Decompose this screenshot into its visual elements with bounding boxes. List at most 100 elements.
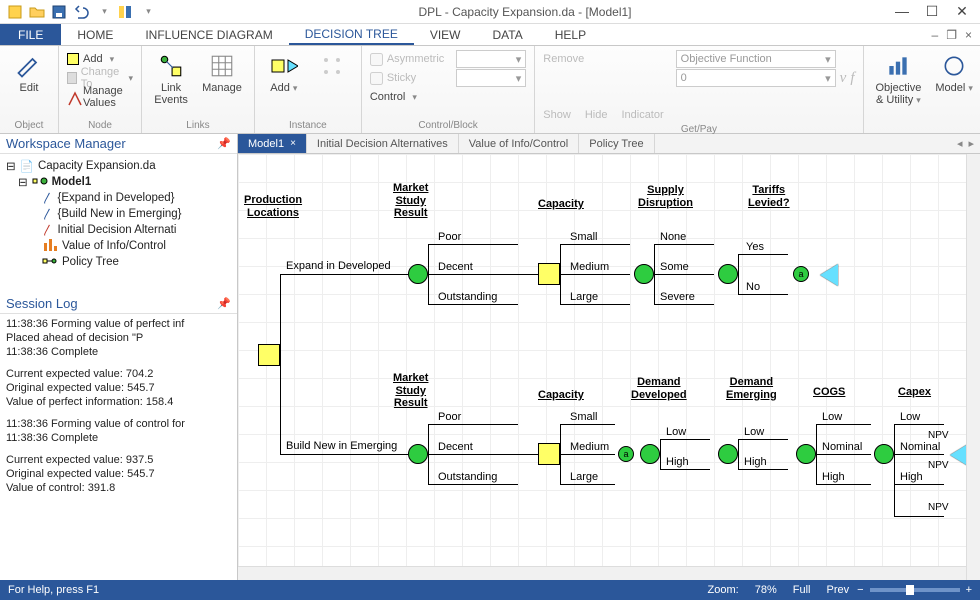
zoom-full[interactable]: Full <box>785 584 819 596</box>
objective-combo[interactable]: Objective Function▾ <box>676 50 836 68</box>
minimize-button[interactable]: — <box>888 3 916 20</box>
tab-decision-tree[interactable]: DECISION TREE <box>289 24 414 45</box>
save-icon[interactable] <box>50 3 68 21</box>
instance-icon <box>270 52 298 80</box>
show-btn: Show <box>543 109 571 121</box>
links-manage-button[interactable]: Manage <box>198 50 246 96</box>
mdi-close[interactable]: × <box>965 28 972 42</box>
pin-icon[interactable]: 📌 <box>217 137 231 150</box>
block-combo-2[interactable]: ▾ <box>456 69 526 87</box>
tab-next-icon[interactable]: ▸ <box>968 137 974 150</box>
group-instance: Add Instance <box>255 46 362 133</box>
node-capacity-1[interactable] <box>538 263 560 285</box>
f-button: f <box>850 70 854 87</box>
edit-button[interactable]: Edit <box>8 50 50 96</box>
instance-add-button[interactable]: Add <box>263 50 305 96</box>
hdr-capex: Capex <box>898 386 931 399</box>
branch-expand: Expand in Developed <box>286 260 391 272</box>
document-tabs: Model1× Initial Decision Alternatives Va… <box>238 134 980 154</box>
tab-help[interactable]: HELP <box>539 24 602 45</box>
close-tab-icon[interactable]: × <box>290 138 296 149</box>
link-events-button[interactable]: LinkEvents <box>150 50 192 108</box>
block-combo-1[interactable]: ▾ <box>456 50 526 68</box>
node-manage-values[interactable]: Manage Values <box>67 88 133 106</box>
doctab-policy[interactable]: Policy Tree <box>579 134 654 153</box>
vertical-scrollbar[interactable] <box>966 154 980 580</box>
zoom-prev[interactable]: Prev <box>819 584 858 596</box>
session-log[interactable]: 11:38:36 Forming value of perfect inf Pl… <box>0 314 237 580</box>
node-tariffs[interactable] <box>718 264 738 284</box>
tab-file[interactable]: FILE <box>0 24 61 45</box>
zoom-in-button[interactable]: + <box>966 584 972 596</box>
branch-icon: 〳 <box>42 222 54 238</box>
app-icon[interactable] <box>6 3 24 21</box>
node-demand-emerging[interactable] <box>718 444 738 464</box>
zoom-out-button[interactable]: − <box>857 584 863 596</box>
bars-icon <box>42 238 58 254</box>
hdr-supply-disruption: SupplyDisruption <box>638 184 693 209</box>
status-bar: For Help, press F1 Zoom: 78% Full Prev −… <box>0 580 980 600</box>
node-market-study-1[interactable] <box>408 264 428 284</box>
hdr-market-study-2: MarketStudyResult <box>393 372 428 410</box>
values-icon <box>67 91 79 103</box>
collapse-icon[interactable]: ⊟ <box>6 159 16 173</box>
zoom-value[interactable]: 78% <box>747 584 785 596</box>
value-combo[interactable]: 0▾ <box>676 69 836 87</box>
node-supply-disruption[interactable] <box>634 264 654 284</box>
title-bar: DPL - Capacity Expansion.da - [Model1] —… <box>0 0 980 24</box>
tab-home[interactable]: HOME <box>61 24 129 45</box>
branch-build: Build New in Emerging <box>286 440 397 452</box>
tab-view[interactable]: VIEW <box>414 24 477 45</box>
tab-influence-diagram[interactable]: INFLUENCE DIAGRAM <box>129 24 288 45</box>
horizontal-scrollbar[interactable] <box>238 566 966 580</box>
subtree-ref-a-1[interactable]: a <box>793 266 809 282</box>
tab-prev-icon[interactable]: ◂ <box>957 137 963 150</box>
hdr-demand-dev: DemandDeveloped <box>631 376 687 401</box>
session-log-header: Session Log 📌 <box>0 294 237 314</box>
maximize-button[interactable]: ☐ <box>918 3 946 20</box>
customize-icon[interactable] <box>116 3 134 21</box>
pin-icon[interactable]: 📌 <box>217 297 231 310</box>
subtree-ref-a-2[interactable]: a <box>618 446 634 462</box>
model-button[interactable]: Model <box>931 50 977 96</box>
grid-icon <box>208 52 236 80</box>
group-right: Objective& Utility Model <box>864 46 980 133</box>
qat-dropdown[interactable] <box>138 3 156 21</box>
open-icon[interactable] <box>28 3 46 21</box>
node-capacity-2[interactable] <box>538 443 560 465</box>
mdi-minimize[interactable]: – <box>932 28 939 42</box>
hdr-tariffs: TariffsLevied? <box>748 184 790 209</box>
doctab-model1[interactable]: Model1× <box>238 134 307 153</box>
workspace-manager-header: Workspace Manager 📌 <box>0 134 237 154</box>
collapse-icon[interactable]: ⊟ <box>18 175 28 189</box>
undo-icon[interactable] <box>72 3 90 21</box>
control-dropdown[interactable]: Control <box>370 88 444 106</box>
instance-extra <box>311 50 353 82</box>
policy-icon <box>42 254 58 270</box>
decision-tree-canvas[interactable]: ProductionLocations MarketStudyResult Ca… <box>238 154 980 580</box>
zoom-slider[interactable] <box>870 588 960 592</box>
tree-icon <box>32 174 48 190</box>
doctab-initial[interactable]: Initial Decision Alternatives <box>307 134 459 153</box>
node-demand-developed[interactable] <box>640 444 660 464</box>
workspace-tree[interactable]: ⊟📄Capacity Expansion.da ⊟Model1 〳{Expand… <box>0 154 237 274</box>
window-controls: — ☐ ✕ <box>888 3 980 20</box>
node-capex[interactable] <box>874 444 894 464</box>
mdi-restore[interactable]: ❐ <box>946 28 957 42</box>
close-button[interactable]: ✕ <box>948 3 976 20</box>
end-node-1[interactable] <box>820 264 838 286</box>
node-production-locations[interactable] <box>258 344 280 366</box>
link-events-icon <box>157 52 185 80</box>
doctab-value[interactable]: Value of Info/Control <box>459 134 579 153</box>
tab-data[interactable]: DATA <box>477 24 539 45</box>
hdr-capacity-1: Capacity <box>538 198 584 211</box>
model-icon <box>940 52 968 80</box>
undo-dropdown[interactable] <box>94 3 112 21</box>
v-button: v <box>840 70 847 87</box>
group-control-block: Asymmetric Sticky Control ▾ ▾ Control/Bl… <box>362 46 535 133</box>
node-market-study-2[interactable] <box>408 444 428 464</box>
node-cogs[interactable] <box>796 444 816 464</box>
hide-btn: Hide <box>585 109 608 121</box>
objective-utility-button[interactable]: Objective& Utility <box>872 50 926 108</box>
hdr-capacity-2: Capacity <box>538 389 584 402</box>
